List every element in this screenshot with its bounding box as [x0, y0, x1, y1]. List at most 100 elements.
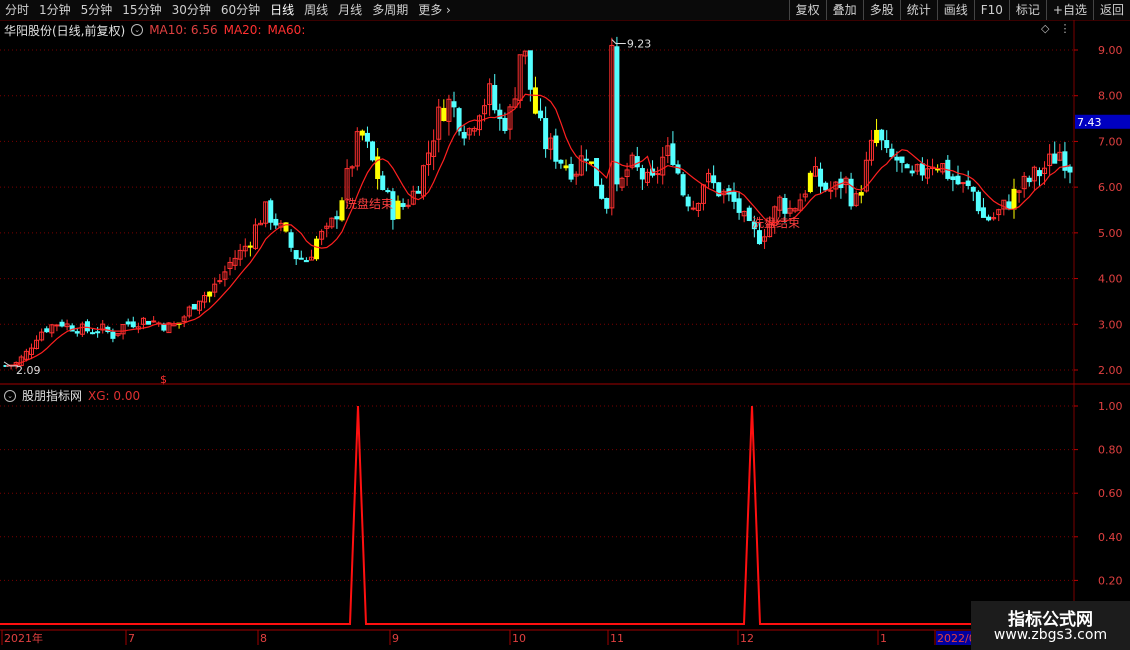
candle — [924, 159, 930, 185]
candle — [1001, 199, 1007, 216]
candle-body — [940, 163, 946, 173]
candle-body — [634, 156, 640, 168]
ma-line — [5, 93, 1071, 367]
candle — [940, 163, 946, 175]
date-axis-label: 9 — [392, 632, 399, 645]
candle-body — [823, 182, 829, 191]
tab-intraday[interactable]: 分时 — [0, 0, 34, 20]
f10-button[interactable]: F10 — [973, 0, 1009, 20]
candle — [405, 199, 411, 209]
candle-body — [853, 193, 859, 206]
candle — [823, 181, 829, 193]
candle — [751, 215, 757, 238]
candle — [431, 129, 437, 171]
candle — [1016, 189, 1022, 203]
candle — [135, 322, 141, 334]
candle — [578, 145, 584, 177]
back-button[interactable]: 返回 — [1092, 0, 1130, 20]
candle-body — [105, 326, 111, 333]
diamond-icon[interactable]: ◇ — [1041, 22, 1049, 35]
chevron-down-icon[interactable]: ⌄ — [131, 24, 144, 36]
candle-body — [578, 155, 584, 176]
candle — [706, 168, 712, 188]
draw-line-button[interactable]: 画线 — [936, 0, 974, 20]
candle — [1031, 165, 1037, 190]
candle — [23, 348, 29, 362]
candle-body — [64, 323, 70, 328]
restore-rights-button[interactable]: 复权 — [788, 0, 826, 20]
indicator-series: 1.00 0.80 0.60 0.40 0.20 — [0, 400, 1123, 625]
candle-body — [787, 207, 793, 214]
candle — [8, 364, 14, 370]
candle — [54, 324, 60, 332]
candle-body — [919, 163, 925, 176]
candle — [650, 160, 656, 178]
date-axis-label: 1 — [880, 632, 887, 645]
candle — [171, 321, 177, 327]
candle — [996, 208, 1002, 222]
candle — [482, 98, 488, 122]
candle — [212, 277, 218, 298]
tab-15min[interactable]: 15分钟 — [117, 0, 166, 20]
candle — [39, 328, 45, 342]
candle-body — [960, 182, 966, 185]
candle — [370, 140, 376, 162]
candle — [833, 180, 839, 198]
candle-body — [660, 156, 666, 176]
candle — [945, 155, 951, 181]
settings-icon[interactable]: ⋮ — [1059, 22, 1070, 35]
candle — [385, 187, 391, 194]
candle-body — [588, 161, 594, 164]
candle-body — [1042, 167, 1048, 174]
candle-body — [624, 169, 630, 178]
candle — [263, 201, 269, 228]
mark-button[interactable]: 标记 — [1008, 0, 1046, 20]
candle — [858, 185, 864, 204]
tab-daily[interactable]: 日线 — [265, 0, 299, 20]
chevron-down-icon[interactable]: ⌄ — [4, 389, 16, 402]
multi-stock-button[interactable]: 多股 — [862, 0, 900, 20]
candle-body — [497, 109, 503, 119]
candle-body — [950, 176, 956, 181]
candle-body — [227, 261, 233, 270]
candle-body — [558, 159, 564, 164]
candle-body — [655, 173, 661, 176]
tab-monthly[interactable]: 月线 — [333, 0, 367, 20]
candle — [202, 291, 208, 309]
date-axis-label: 2021年 — [4, 631, 43, 645]
candle — [797, 193, 803, 211]
candle — [222, 265, 228, 287]
overlay-button[interactable]: 叠加 — [825, 0, 863, 20]
candle-body — [512, 98, 518, 108]
candle-body — [288, 232, 294, 248]
candle — [609, 37, 615, 216]
candle-body — [23, 350, 29, 360]
candle-body — [268, 200, 274, 223]
tab-5min[interactable]: 5分钟 — [76, 0, 118, 20]
candle-body — [756, 230, 762, 245]
candle-body — [970, 186, 976, 192]
candle-body — [426, 152, 432, 166]
tab-more[interactable]: 更多 › — [413, 0, 456, 20]
candle-body — [410, 190, 416, 205]
candle-body — [695, 202, 701, 211]
top-toolbar: 分时 1分钟 5分钟 15分钟 30分钟 60分钟 日线 周线 月线 多周期 更… — [0, 0, 1130, 21]
statistics-button[interactable]: 统计 — [899, 0, 937, 20]
tab-30min[interactable]: 30分钟 — [167, 0, 216, 20]
candle — [960, 181, 966, 193]
candle — [217, 273, 223, 285]
tab-1min[interactable]: 1分钟 — [34, 0, 76, 20]
ma10-readout: MA10: 6.56 — [149, 23, 218, 37]
candle — [13, 361, 19, 369]
candle-body — [1052, 153, 1058, 164]
add-watchlist-button[interactable]: +自选 — [1045, 0, 1093, 20]
moving-average-line — [5, 93, 1071, 367]
tab-weekly[interactable]: 周线 — [299, 0, 333, 20]
candle — [507, 103, 513, 140]
tab-multi-period[interactable]: 多周期 — [367, 0, 413, 20]
tab-60min[interactable]: 60分钟 — [216, 0, 265, 20]
candle-body — [746, 207, 752, 222]
candle-body — [502, 117, 508, 131]
candle — [532, 76, 538, 115]
candle — [548, 133, 554, 160]
